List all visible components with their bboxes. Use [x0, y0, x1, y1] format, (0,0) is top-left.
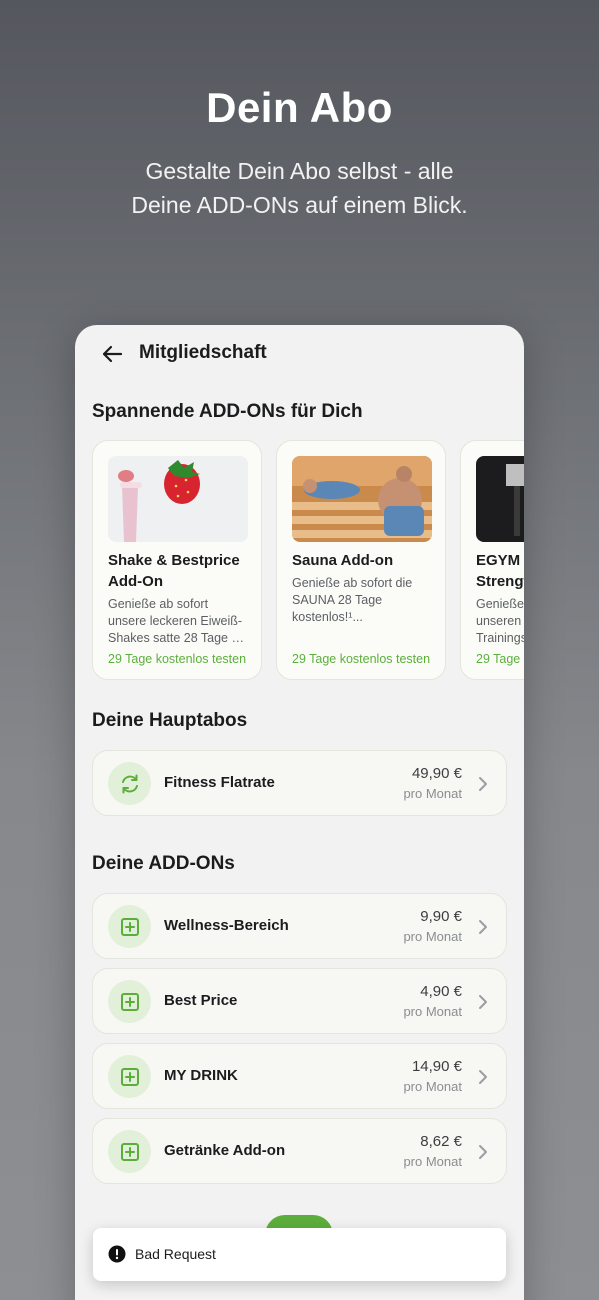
chevron-right-icon: [479, 995, 487, 1009]
subscription-period: pro Monat: [403, 786, 462, 801]
chevron-right-icon: [479, 777, 487, 791]
main-subscriptions-title: Deine Hauptabos: [92, 710, 248, 731]
promo-desc-line: Shakes satte 28 Tage …: [108, 631, 244, 645]
egym-image: [476, 456, 524, 542]
hero-subtitle-line2: Deine ADD-ONs auf einem Blick.: [131, 192, 468, 218]
chevron-right-icon: [479, 920, 487, 934]
page-title: Mitgliedschaft: [139, 342, 267, 363]
plus-square-icon: [121, 918, 139, 936]
promo-desc-line: Genieße ab sofort: [476, 597, 524, 611]
promo-card-title: Sauna Add-on: [292, 550, 442, 571]
plus-icon-wrap: [108, 980, 151, 1023]
promo-card-title: EGYM Smart Strength: [476, 550, 524, 592]
promo-title-line: Add-On: [108, 573, 163, 590]
promo-desc-line: unseren: [476, 614, 522, 628]
sauna-image: [292, 456, 432, 542]
plus-square-icon: [121, 1068, 139, 1086]
subscription-row-fitness-flatrate[interactable]: Fitness Flatrate 49,90 € pro Monat: [92, 750, 507, 816]
hero-subtitle: Gestalte Dein Abo selbst - alle Deine AD…: [60, 154, 539, 222]
promo-card-cta[interactable]: 29 Tage kostenlos testen: [108, 652, 246, 666]
promo-card-shake[interactable]: Shake & Bestprice Add-On Genieße ab sofo…: [92, 440, 262, 680]
promo-card-desc: Genieße ab sofort die SAUNA 28 Tage kost…: [292, 575, 437, 626]
phone-screen: Mitgliedschaft Spannende ADD-ONs für Dic…: [75, 325, 524, 1300]
promo-title-line: Shake & Bestprice: [108, 552, 240, 569]
refresh-icon: [122, 774, 138, 794]
subscription-label: Fitness Flatrate: [164, 774, 275, 791]
promo-title-line: EGYM Smart: [476, 552, 524, 569]
plus-square-icon: [121, 993, 139, 1011]
promo-title-line: Strength: [476, 573, 524, 590]
hero-title: Dein Abo: [206, 84, 393, 131]
addon-label: MY DRINK: [164, 1067, 238, 1084]
promo-desc-line: unsere leckeren Eiweiß-: [108, 614, 243, 628]
promo-card-cta[interactable]: 29 Tage kostenlos testen: [292, 652, 430, 666]
addon-price: 8,62 €: [420, 1133, 462, 1150]
addons-section-title: Spannende ADD-ONs für Dich: [92, 401, 363, 422]
promo-desc-line: Trainingsbereich: [476, 631, 524, 645]
shake-image: [108, 456, 248, 542]
chevron-right-icon: [479, 1070, 487, 1084]
promo-desc-line: Genieße ab sofort: [108, 597, 209, 611]
promo-card-cta[interactable]: 29 Tage kostenlos testen: [476, 652, 524, 666]
plus-icon-wrap: [108, 1055, 151, 1098]
error-toast: Bad Request: [93, 1228, 506, 1281]
toast-message: Bad Request: [135, 1246, 216, 1262]
hero-subtitle-line1: Gestalte Dein Abo selbst - alle: [145, 158, 454, 184]
promo-desc-line: SAUNA 28 Tage: [292, 593, 383, 607]
promo-card-sauna[interactable]: Sauna Add-on Genieße ab sofort die SAUNA…: [276, 440, 446, 680]
addon-price: 14,90 €: [411, 1058, 462, 1075]
promo-card-desc: Genieße ab sofort unsere leckeren Eiweiß…: [108, 596, 253, 647]
plus-icon-wrap: [108, 1130, 151, 1173]
addon-row-wellness[interactable]: Wellness-Bereich 9,90 € pro Monat: [92, 893, 507, 959]
addon-row-my-drink[interactable]: MY DRINK 14,90 € pro Monat: [92, 1043, 507, 1109]
subscription-price: 49,90 €: [411, 765, 462, 782]
addon-period: pro Monat: [403, 929, 462, 944]
promo-title-line: Sauna Add-on: [292, 552, 394, 569]
promo-desc-line: kostenlos!¹...: [292, 610, 363, 624]
promo-card-desc: Genieße ab sofort unseren Trainingsberei…: [476, 596, 524, 647]
my-addons-title: Deine ADD-ONs: [92, 853, 235, 874]
addon-row-getraenke[interactable]: Getränke Add-on 8,62 € pro Monat: [92, 1118, 507, 1184]
addon-period: pro Monat: [403, 1079, 462, 1094]
promo-desc-line: Genieße ab sofort die: [292, 576, 413, 590]
promo-card-egym[interactable]: EGYM Smart Strength Genieße ab sofort un…: [460, 440, 524, 680]
addon-period: pro Monat: [403, 1004, 462, 1019]
addon-carousel[interactable]: Shake & Bestprice Add-On Genieße ab sofo…: [92, 440, 524, 682]
alert-circle-icon: [108, 1245, 126, 1263]
refresh-icon-wrap: [108, 762, 151, 805]
plus-square-icon: [121, 1143, 139, 1161]
addon-price: 4,90 €: [420, 983, 462, 1000]
addon-label: Best Price: [164, 992, 238, 1009]
addon-row-best-price[interactable]: Best Price 4,90 € pro Monat: [92, 968, 507, 1034]
addon-price: 9,90 €: [420, 908, 462, 925]
top-bar: Mitgliedschaft: [75, 325, 524, 383]
plus-icon-wrap: [108, 905, 151, 948]
addon-period: pro Monat: [403, 1154, 462, 1169]
addon-label: Wellness-Bereich: [164, 917, 289, 934]
addon-label: Getränke Add-on: [164, 1142, 286, 1159]
arrow-left-icon[interactable]: [101, 343, 123, 365]
promo-card-title: Shake & Bestprice Add-On: [108, 550, 258, 592]
chevron-right-icon: [479, 1145, 487, 1159]
